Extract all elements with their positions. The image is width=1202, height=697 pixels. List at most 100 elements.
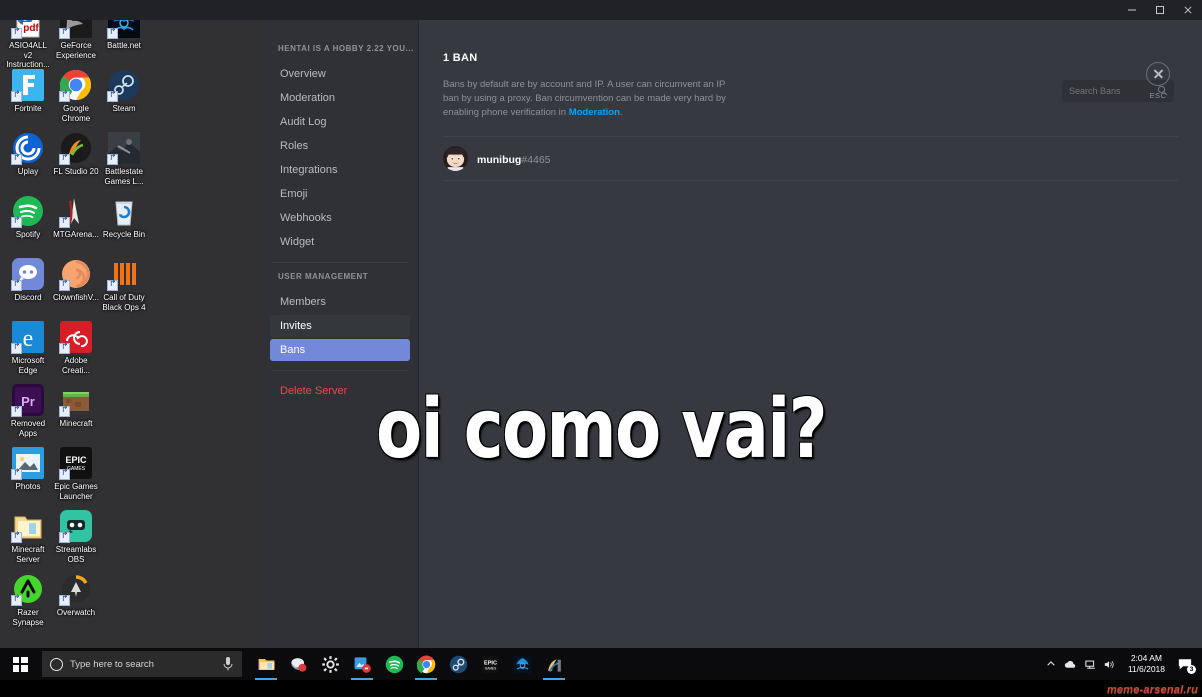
settings-sidebar: HENTAI IS A HOBBY 2.22 YOU... Overview Mo… [262,20,419,648]
folder-icon [11,510,44,543]
desktop-icon-label: ASIO4ALL v2 Instruction... [6,41,50,69]
taskbar-app-spotify[interactable] [378,648,410,680]
svg-text:Pr: Pr [21,394,35,409]
desktop-icon-battlenet[interactable]: Battle.net [100,6,148,51]
edge-icon: e [11,321,44,354]
svg-text:EPIC: EPIC [65,455,87,465]
desktop-icon-label: Epic Games Launcher [54,482,98,501]
sidebar-item-webhooks[interactable]: Webhooks [270,207,410,229]
screen-root: DISCORD epdfASIO4ALL v2 Instruction...Ge… [0,0,1202,697]
clock[interactable]: 2:04 AM 11/6/2018 [1121,653,1172,675]
sidebar-item-widget[interactable]: Widget [270,231,410,253]
shortcut-arrow-icon [11,530,22,543]
start-button[interactable] [0,648,40,680]
desktop-icon-clownfish-voice-changer[interactable]: ClownfishV... [52,258,100,303]
desktop-icon-fl-studio[interactable]: FL Studio 20 [52,132,100,177]
desktop-icon-razer-synapse[interactable]: Razer Synapse [4,573,52,627]
shortcut-arrow-icon [59,152,70,165]
desktop-icon-label: Discord [14,293,42,302]
desktop-icon-label: Minecraft [59,419,93,428]
site-watermark: meme-arsenal.ru [1106,684,1198,696]
taskbar-app-google-chrome[interactable] [410,648,442,680]
desktop-icon-label: MTGArena... [53,230,99,239]
clock-time: 2:04 AM [1130,653,1162,663]
shortcut-arrow-icon [59,467,70,480]
sidebar-item-moderation[interactable]: Moderation [270,87,410,109]
svg-text:e: e [23,326,34,352]
desktop-icon-recycle-bin[interactable]: Recycle Bin [100,195,148,240]
steam-icon [449,655,468,674]
desktop-icon-folder[interactable]: Minecraft Server [4,510,52,564]
desktop-icon-minecraft[interactable]: Minecraft [52,384,100,429]
taskbar-app-settings[interactable] [314,648,346,680]
sidebar-divider-2 [272,370,408,371]
desktop-icon-call-of-duty[interactable]: Call of Duty Black Ops 4 [100,258,148,312]
page-title: 1 BAN [443,52,478,64]
shortcut-arrow-icon [11,593,22,606]
desktop-icon-discord[interactable]: Discord [4,258,52,303]
desktop-icon-fortnite[interactable]: Fortnite [4,69,52,114]
battlenet-icon [107,6,140,39]
sidebar-item-invites[interactable]: Invites [270,315,410,337]
desktop-icon-overwatch[interactable]: Overwatch [52,573,100,618]
sidebar-item-emoji[interactable]: Emoji [270,183,410,205]
call-of-duty-icon [107,258,140,291]
epic-games-icon: EPIC GAMES [481,655,500,674]
sidebar-item-bans[interactable]: Bans [270,339,410,361]
ban-username: munibug [477,153,522,166]
clock-date: 11/6/2018 [1127,664,1165,674]
desktop-icon-steam[interactable]: Steam [100,69,148,114]
desktop-icon-battlestate-games[interactable]: Battlestate Games L... [100,132,148,186]
shortcut-arrow-icon [11,89,22,102]
desktop-icon-uplay[interactable]: Uplay [4,132,52,177]
taskbar-app-battlenet[interactable] [506,648,538,680]
desktop-icon-premiere-pro[interactable]: Pr Removed Apps [4,384,52,438]
action-center-button[interactable]: 3 [1172,648,1198,680]
ban-entry[interactable]: munibug#4465 [443,137,1178,181]
sidebar-item-audit-log[interactable]: Audit Log [270,111,410,133]
desktop-icon-label: FL Studio 20 [53,167,99,176]
settings-icon [321,655,340,674]
desktop-icon-epic-games[interactable]: EPICGAMES Epic Games Launcher [52,447,100,501]
desktop-icon-photos[interactable]: Photos [4,447,52,492]
sidebar-item-integrations[interactable]: Integrations [270,159,410,181]
taskbar-app-fl-studio[interactable] [538,648,570,680]
desktop-icon-label: Recycle Bin [102,230,146,239]
chevron-up-icon[interactable] [1041,648,1061,680]
taskbar-search-input[interactable] [70,658,215,670]
cloud-icon[interactable] [1061,648,1081,680]
desktop-icon-label: Streamlabs OBS [55,545,97,564]
desktop-icon-mtg-arena[interactable]: MTGArena... [52,195,100,240]
microphone-icon[interactable] [222,656,234,672]
taskbar-app-steam[interactable] [442,648,474,680]
sidebar-item-roles[interactable]: Roles [270,135,410,157]
network-icon[interactable] [1081,648,1101,680]
shortcut-arrow-icon [59,404,70,417]
desktop-icon-adobe-creative-cloud[interactable]: Adobe Creati... [52,321,100,375]
taskbar-app-epic-games[interactable]: EPIC GAMES [474,648,506,680]
shortcut-arrow-icon [11,467,22,480]
speaker-icon[interactable] [1101,648,1121,680]
taskbar-search-box[interactable] [42,651,242,677]
ban-username-group: munibug#4465 [477,150,551,168]
desktop-icon-label: Overwatch [56,608,96,617]
desktop-icon-geforce-experience[interactable]: GeForce Experience [52,6,100,60]
desktop-icon-edge[interactable]: e Microsoft Edge [4,321,52,375]
desktop-icon-spotify[interactable]: Spotify [4,195,52,240]
desktop-icon-pdf-document[interactable]: epdfASIO4ALL v2 Instruction... [4,6,52,70]
desktop-icon-chrome[interactable]: Google Chrome [52,69,100,123]
taskbar-app-photos-store[interactable] [346,648,378,680]
desktop-icon-streamlabs-obs[interactable]: Streamlabs OBS [52,510,100,564]
system-tray: 2:04 AM 11/6/2018 3 [1041,648,1202,680]
moderation-link[interactable]: Moderation [569,107,620,118]
shortcut-arrow-icon [59,89,70,102]
taskbar-app-paint-3d[interactable] [282,648,314,680]
esc-label: ESC [1149,91,1167,100]
sidebar-item-members[interactable]: Members [270,291,410,313]
cortana-icon [50,657,63,671]
minecraft-icon [59,384,92,417]
close-settings-button[interactable]: ESC [1138,62,1178,100]
shortcut-arrow-icon [107,26,118,39]
taskbar-app-file-explorer[interactable] [250,648,282,680]
sidebar-item-overview[interactable]: Overview [270,63,410,85]
